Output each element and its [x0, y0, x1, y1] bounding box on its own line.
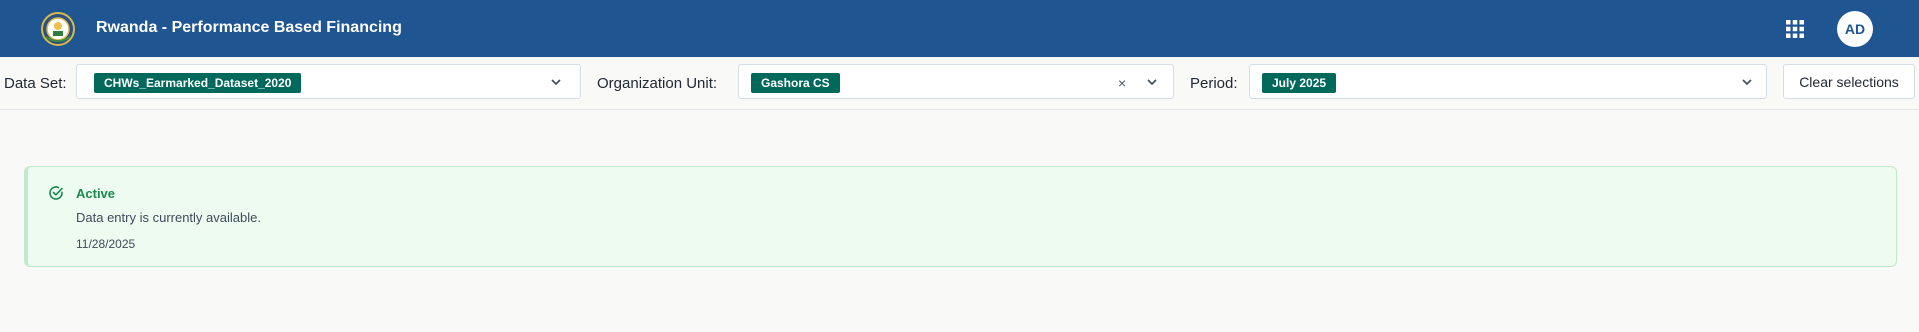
context-selection-bar: Data Set: CHWs_Earmarked_Dataset_2020 Or…	[0, 57, 1919, 110]
user-avatar[interactable]: AD	[1837, 11, 1873, 47]
app-header: Rwanda - Performance Based Financing AD	[0, 0, 1919, 57]
dataset-select[interactable]: CHWs_Earmarked_Dataset_2020	[76, 64, 581, 99]
dataset-label: Data Set:	[4, 75, 67, 92]
apps-grid-icon[interactable]	[1785, 19, 1805, 39]
check-circle-icon	[49, 186, 63, 200]
org-unit-chip: Gashora CS	[751, 73, 840, 93]
status-notice: Active Data entry is currently available…	[24, 166, 1897, 267]
notice-status: Active	[76, 186, 116, 201]
period-chip: July 2025	[1262, 73, 1337, 93]
chevron-down-icon[interactable]	[1741, 76, 1753, 88]
clear-org-unit-icon[interactable]: ×	[1118, 75, 1126, 91]
app-title: Rwanda - Performance Based Financing	[96, 19, 402, 36]
period-label: Period:	[1190, 75, 1238, 92]
clear-selections-button[interactable]: Clear selections	[1783, 64, 1915, 99]
dataset-chip: CHWs_Earmarked_Dataset_2020	[94, 73, 302, 93]
notice-message: Data entry is currently available.	[76, 210, 261, 225]
org-unit-select[interactable]: Gashora CS ×	[738, 64, 1174, 99]
org-unit-label: Organization Unit:	[597, 75, 718, 92]
notice-date: 11/28/2025	[76, 237, 136, 251]
chevron-down-icon[interactable]	[1146, 76, 1158, 88]
chevron-down-icon[interactable]	[550, 76, 562, 88]
period-select[interactable]: July 2025	[1249, 64, 1767, 99]
coat-of-arms-logo[interactable]	[40, 11, 76, 47]
